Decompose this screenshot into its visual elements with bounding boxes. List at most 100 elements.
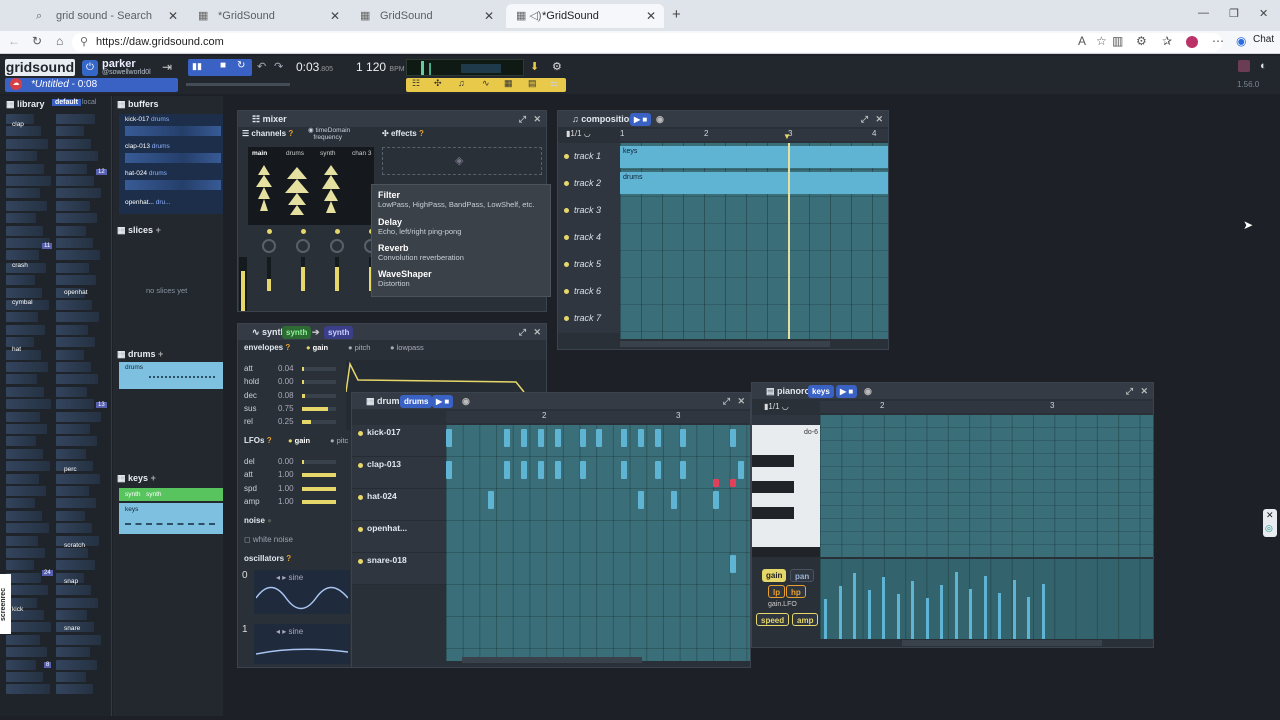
param-slider[interactable] [302,393,336,398]
drum-step[interactable] [713,491,720,509]
help-icon[interactable]: ? [419,129,424,138]
synth-tag[interactable]: synth [282,326,312,339]
maximize-icon[interactable]: ❐ [1229,7,1239,20]
library-sample[interactable] [6,473,39,484]
drum-step[interactable] [729,429,736,447]
maximize-window-icon[interactable]: ⤢ [723,393,730,409]
close-window-icon[interactable]: ✕ [1259,7,1268,20]
library-sample[interactable] [6,572,41,583]
export-icon[interactable]: ⬇ [530,60,539,73]
keys-tag[interactable]: keys [808,385,834,398]
track-1[interactable]: track 1 [558,143,618,170]
highpass-button[interactable]: hp [786,585,806,598]
lfo-tab-gain[interactable]: ● gain [288,436,310,445]
black-key[interactable] [752,507,794,519]
env-tab-pitch[interactable]: ● pitch [348,343,370,352]
close-window-icon[interactable]: ✕ [533,324,541,340]
volume-fader[interactable] [267,257,271,291]
back-icon[interactable]: ← [8,34,20,48]
black-key[interactable] [752,455,794,467]
speed-button[interactable]: speed [756,613,790,626]
effect-waveshaper[interactable]: WaveShaper Distortion [378,269,432,288]
close-icon[interactable]: ✕ [646,4,656,28]
velocity-bar[interactable] [1012,580,1016,639]
param-slider[interactable] [302,486,336,491]
param-value[interactable]: 0.00 [278,377,294,386]
library-sample[interactable] [6,213,36,224]
drums-titlebar[interactable]: ▦ drums drums ▶ ■ ◉ ⤢ ✕ [352,393,750,409]
library-sample[interactable] [56,262,89,273]
split-screen-icon[interactable]: ▥ [1112,34,1123,48]
effect-filter[interactable]: Filter LowPass, HighPass, BandPass, LowSh… [378,190,534,209]
browser-tab-active[interactable]: ▦ ◁) *GridSound ✕ [506,4,664,28]
velocity-bar[interactable] [896,594,900,639]
library-sample[interactable] [6,560,34,571]
loop-icon[interactable]: ↻ [237,60,245,71]
drum-row[interactable]: clap-013 [352,457,447,489]
piano-keys[interactable]: do-6 [752,415,820,557]
library-sample[interactable] [6,287,42,298]
library-sample[interactable] [56,114,95,124]
drum-step[interactable] [554,461,561,479]
close-icon[interactable]: ✕ [484,4,494,28]
screenrec-badge[interactable]: screenrec [0,574,11,634]
read-aloud-icon[interactable]: A [1078,34,1086,48]
buffer-item[interactable]: hat-024 drums [125,170,167,177]
close-window-icon[interactable]: ✕ [1140,383,1148,399]
oscillator-0[interactable]: ◂ ▸ sine [254,570,350,614]
progress-track[interactable] [186,83,290,86]
library-sample[interactable] [56,597,98,608]
help-icon[interactable]: ◐ [1260,60,1267,72]
param-value[interactable]: 0.75 [278,404,294,413]
pianoroll-time-signature[interactable]: ▮1/1 ◡ [764,402,789,411]
lfo-tab-pitch[interactable]: ● pitc [330,436,348,445]
library-sample[interactable] [56,337,95,348]
drum-step[interactable] [537,461,544,479]
library-sample[interactable] [56,448,86,459]
drum-row[interactable]: openhat... [352,521,447,553]
param-slider[interactable] [302,380,336,385]
volume-fader[interactable] [301,257,305,291]
velocity-bar[interactable] [838,586,842,639]
param-value[interactable]: 0.00 [278,457,294,466]
library-sample[interactable] [56,374,98,385]
library-sample[interactable] [56,176,94,186]
close-icon[interactable]: ✕ [1266,510,1274,521]
volume-fader[interactable] [335,257,339,291]
drum-step[interactable] [504,461,511,479]
library-sample[interactable] [6,399,51,410]
track-5[interactable]: track 5 [558,251,618,278]
record-icon[interactable]: ◎ [1265,523,1273,534]
library-sample[interactable] [56,436,97,447]
library-sample[interactable] [56,585,91,596]
velocity-bar[interactable] [983,576,987,639]
library-sample[interactable] [6,647,47,658]
drum-step[interactable] [521,461,528,479]
composition-grid[interactable]: keys drums [620,143,888,339]
minimize-icon[interactable]: — [1198,7,1209,19]
library-sample[interactable] [56,151,98,162]
synth-channel-tag[interactable]: synth [324,326,354,339]
new-tab-icon[interactable]: + [672,6,681,23]
channel-toggle[interactable] [335,229,340,234]
velocity-bar[interactable] [1041,584,1045,639]
track-3[interactable]: track 3 [558,197,618,224]
library-sample[interactable] [6,312,38,323]
copilot-icon[interactable]: ◉ [1236,34,1246,48]
pianoroll-scrollbar[interactable] [902,640,1102,646]
library-sample[interactable] [56,498,96,509]
gain-button[interactable]: gain [762,569,787,582]
project-title[interactable]: ☁ *Untitled - 0:08 [5,78,178,92]
library-sample[interactable] [6,622,51,633]
velocity-bar[interactable] [853,573,856,639]
effect-delay[interactable]: Delay Echo, left/right ping-pong [378,217,461,236]
drum-step[interactable] [596,429,603,447]
mixer-titlebar[interactable]: ☷ mixer ⤢ ✕ [238,111,546,127]
library-tab-local[interactable]: local [82,99,96,106]
velocity-bar[interactable] [882,577,885,639]
close-window-icon[interactable]: ✕ [875,111,883,127]
drum-step[interactable] [638,491,645,509]
close-window-icon[interactable]: ✕ [737,393,745,409]
drum-row[interactable]: snare-018 [352,553,447,585]
keys-pattern-item[interactable]: keys [119,503,223,534]
